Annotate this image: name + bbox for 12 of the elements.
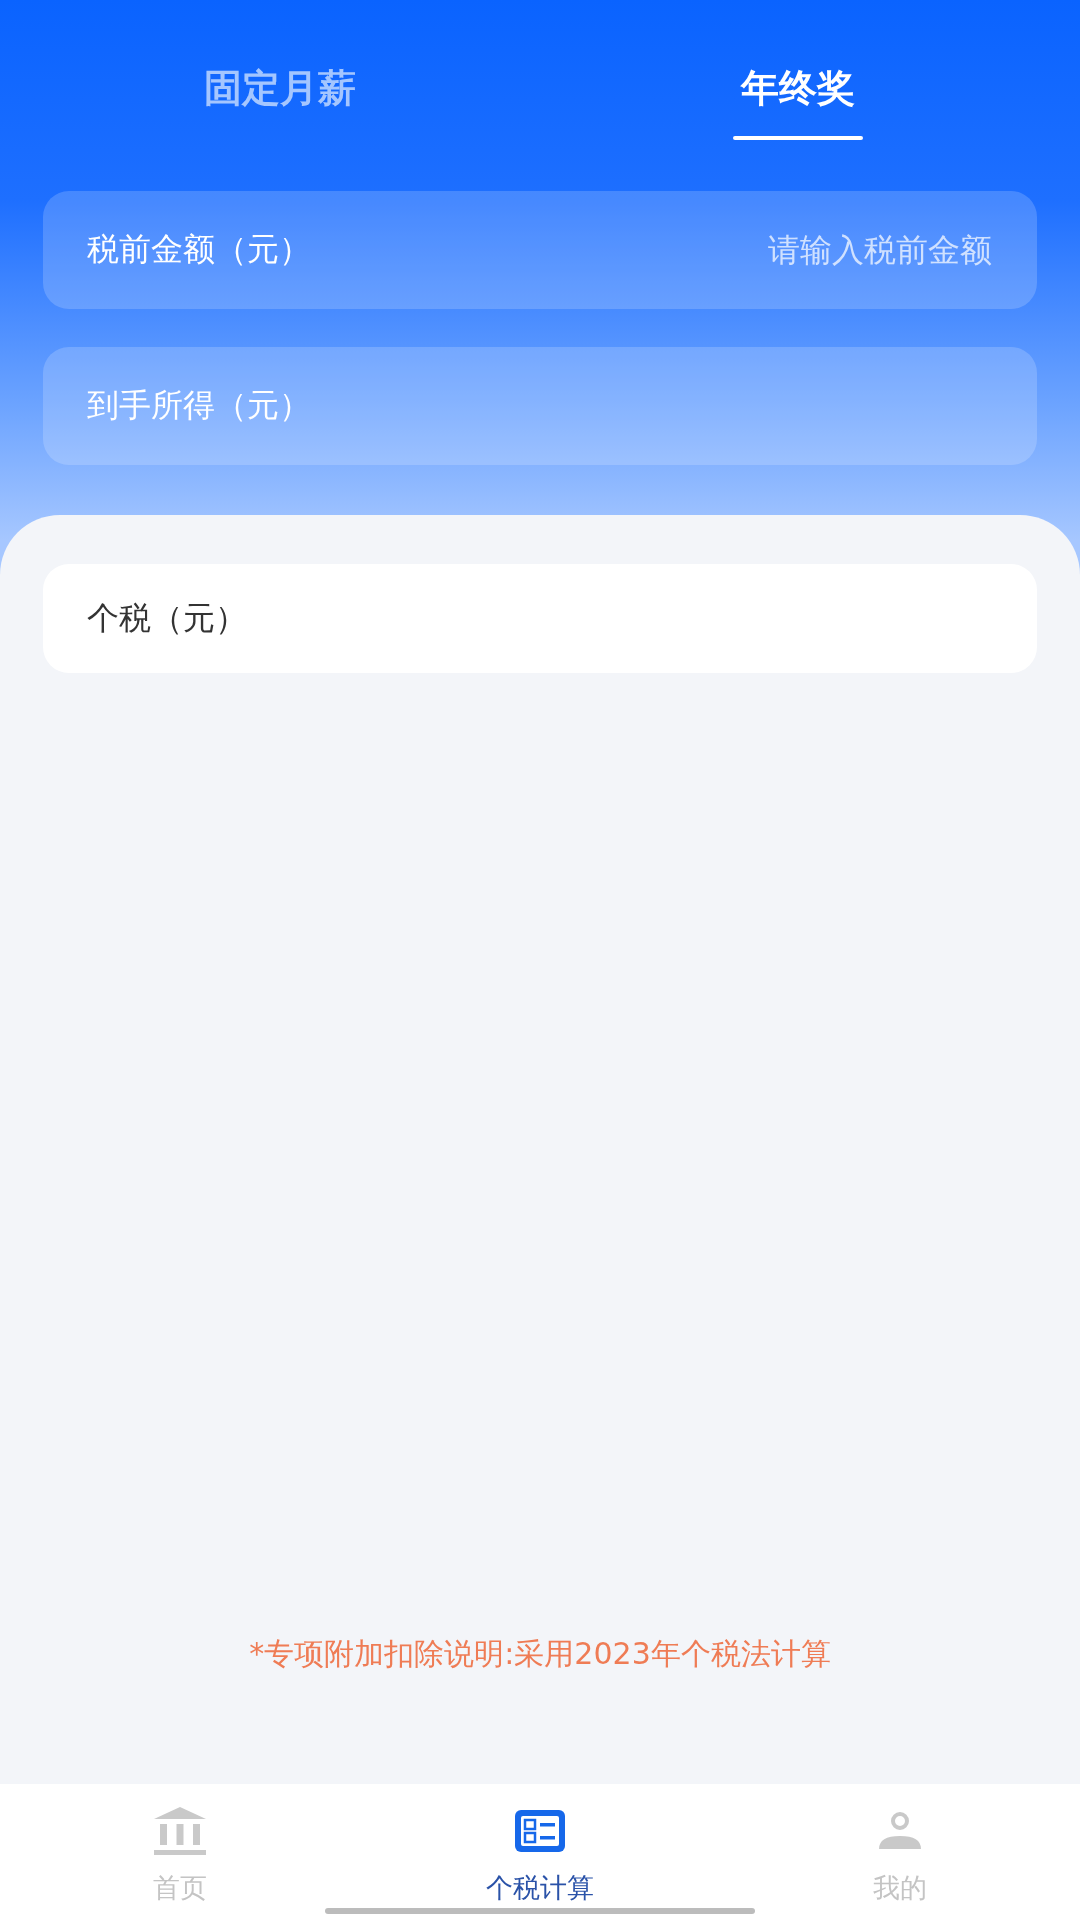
result-label: 个税（元） bbox=[87, 597, 247, 639]
tab[interactable]: 年终奖 bbox=[733, 65, 863, 140]
field-label: 到手所得（元） bbox=[87, 385, 311, 426]
person-icon bbox=[877, 1812, 923, 1850]
list-card-icon bbox=[515, 1810, 565, 1852]
amount-input[interactable]: 请输入税前金额 bbox=[752, 231, 992, 269]
nav-item[interactable]: 首页 bbox=[153, 1784, 207, 1920]
nav-item[interactable]: 我的 bbox=[873, 1784, 927, 1920]
note-text: *专项附加扣除说明:采用2023年个税法计算 bbox=[249, 1636, 831, 1672]
tab[interactable]: 固定月薪 bbox=[204, 65, 356, 140]
field-label: 税前金额（元） bbox=[87, 229, 311, 270]
bank-icon bbox=[153, 1806, 207, 1856]
